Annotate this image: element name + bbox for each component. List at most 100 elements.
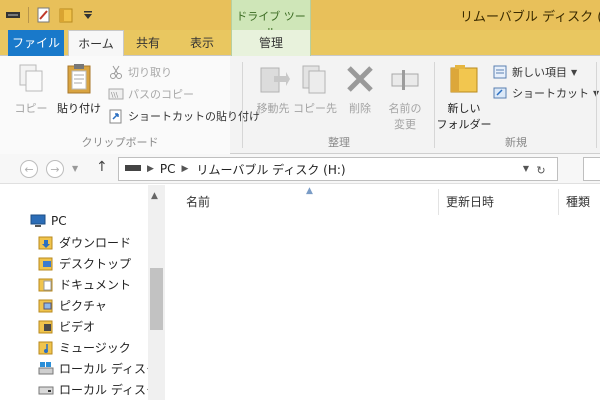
nav-item-label: デスクトップ bbox=[59, 256, 132, 271]
nav-item-local-disk-e[interactable]: ローカル ディスク (E bbox=[38, 379, 156, 399]
copy-to-label: コピー先 bbox=[293, 102, 337, 115]
navigation-pane: PC ダウンロード デスクトップ ドキュメント ピクチャ ビデオ ミュージック … bbox=[0, 185, 165, 400]
nav-item-label: ミュージック bbox=[59, 340, 131, 355]
videos-folder-icon bbox=[38, 318, 54, 334]
ribbon-divider bbox=[596, 62, 597, 148]
breadcrumb-separator-icon[interactable]: ▶ bbox=[147, 164, 154, 174]
ribbon-divider bbox=[242, 62, 243, 148]
copy-label: コピー bbox=[14, 102, 48, 115]
recent-locations-icon[interactable]: ▼ bbox=[72, 164, 78, 173]
ribbon: コピー 貼り付け 切り取り \\\ パスのコピー ショートカットの貼り付け クリ… bbox=[0, 56, 600, 154]
copy-button[interactable]: コピー bbox=[4, 62, 58, 116]
breadcrumb-removable-disk[interactable]: リムーバブル ディスク (H:) bbox=[196, 161, 345, 178]
forward-button[interactable]: → bbox=[46, 160, 64, 178]
new-folder-button[interactable]: 新しい フォルダー bbox=[436, 62, 492, 132]
properties-icon[interactable] bbox=[35, 6, 53, 24]
nav-item-label: ローカル ディスク (C bbox=[59, 361, 156, 376]
delete-label: 削除 bbox=[349, 102, 371, 115]
tab-manage[interactable]: 管理 bbox=[231, 30, 311, 56]
breadcrumb-pc[interactable]: PC ▶ bbox=[160, 162, 189, 176]
forward-arrow-icon: → bbox=[50, 162, 60, 176]
dropdown-arrow-icon: ▼ bbox=[571, 67, 578, 77]
tab-home[interactable]: ホーム bbox=[68, 30, 124, 57]
nav-item-documents[interactable]: ドキュメント bbox=[38, 274, 156, 294]
search-input[interactable] bbox=[583, 157, 600, 181]
scroll-up-arrow-icon[interactable]: ▲ bbox=[151, 191, 158, 201]
paste-button[interactable]: 貼り付け bbox=[52, 62, 106, 116]
copy-icon bbox=[14, 62, 48, 96]
column-divider[interactable] bbox=[558, 189, 559, 215]
paste-icon bbox=[62, 62, 96, 96]
new-group-label: 新規 bbox=[505, 136, 527, 149]
new-folder-icon bbox=[447, 62, 481, 96]
rename-label-2: 変更 bbox=[394, 118, 416, 131]
rename-label-1: 名前の bbox=[388, 102, 422, 115]
refresh-icon[interactable]: ↻ bbox=[533, 162, 549, 178]
nav-item-label: ドキュメント bbox=[59, 277, 132, 292]
ribbon-tabs: ファイル ホーム 共有 表示 管理 bbox=[0, 30, 600, 57]
new-item-label: 新しい項目 bbox=[512, 66, 567, 79]
window-menu-icon[interactable] bbox=[4, 6, 22, 24]
tab-share[interactable]: 共有 bbox=[128, 30, 168, 56]
drive-icon bbox=[125, 163, 141, 176]
copy-path-button[interactable]: \\\ パスのコピー bbox=[108, 85, 194, 103]
address-dropdown-icon[interactable]: ▼ bbox=[523, 164, 529, 173]
nav-item-local-disk-c[interactable]: ローカル ディスク (C bbox=[38, 358, 156, 378]
breadcrumb-separator-icon[interactable]: ▶ bbox=[182, 164, 189, 174]
new-folder-label-1: 新しい bbox=[447, 102, 481, 115]
window-title: リムーバブル ディスク (H: bbox=[460, 10, 600, 25]
nav-item-videos[interactable]: ビデオ bbox=[38, 316, 156, 336]
copy-path-label: パスのコピー bbox=[128, 88, 194, 101]
copy-to-icon bbox=[298, 62, 332, 96]
clipboard-group: コピー 貼り付け 切り取り \\\ パスのコピー ショートカットの貼り付け クリ… bbox=[0, 56, 260, 154]
shortcut-label: ショートカット bbox=[512, 87, 589, 100]
music-folder-icon bbox=[38, 339, 54, 355]
column-header-type[interactable]: 種類 bbox=[566, 193, 590, 210]
scissors-icon bbox=[108, 64, 124, 80]
svg-text:\\\: \\\ bbox=[111, 91, 119, 99]
title-bar: ドライブ ツール リムーバブル ディスク (H: bbox=[0, 0, 600, 39]
tab-view[interactable]: 表示 bbox=[178, 30, 226, 56]
rename-icon bbox=[388, 62, 422, 96]
copy-path-icon: \\\ bbox=[108, 86, 124, 102]
delete-button[interactable]: 削除 bbox=[338, 62, 382, 116]
clipboard-group-label: クリップボード bbox=[81, 136, 159, 149]
nav-item-label: ダウンロード bbox=[59, 235, 132, 250]
file-list-pane[interactable]: ▲ 名前 更新日時 種類 bbox=[166, 185, 600, 400]
rename-button[interactable]: 名前の 変更 bbox=[380, 62, 430, 132]
nav-item-pictures[interactable]: ピクチャ bbox=[38, 295, 156, 315]
delete-x-icon bbox=[343, 62, 377, 96]
back-button[interactable]: ← bbox=[20, 160, 38, 178]
customize-qat-icon[interactable] bbox=[79, 6, 97, 24]
paste-shortcut-button[interactable]: ショートカットの貼り付け bbox=[108, 107, 260, 125]
paste-label: 貼り付け bbox=[57, 102, 101, 115]
scrollbar-thumb[interactable] bbox=[150, 268, 163, 330]
easy-access-button[interactable]: ショートカット ▼ bbox=[492, 84, 599, 102]
navigation-bar: ← → ▼ ↑ ▶ PC ▶ リムーバブル ディスク (H:) ▼ ↻ bbox=[0, 154, 600, 184]
organize-group: 移動先 コピー先 削除 名前の 変更 整理 bbox=[244, 56, 434, 154]
new-item-icon bbox=[492, 64, 508, 80]
navigation-scrollbar[interactable]: ▲ bbox=[148, 185, 165, 400]
cut-button[interactable]: 切り取り bbox=[108, 63, 172, 81]
column-header-date-modified[interactable]: 更新日時 bbox=[446, 193, 494, 210]
column-header-name[interactable]: 名前 bbox=[186, 193, 210, 210]
documents-folder-icon bbox=[38, 276, 54, 292]
nav-item-label: ピクチャ bbox=[59, 298, 107, 313]
nav-item-downloads[interactable]: ダウンロード bbox=[38, 232, 156, 252]
nav-item-pc[interactable]: PC bbox=[30, 211, 148, 231]
nav-item-music[interactable]: ミュージック bbox=[38, 337, 156, 357]
organize-group-label: 整理 bbox=[328, 136, 350, 149]
copy-to-button[interactable]: コピー先 bbox=[288, 62, 342, 116]
new-group: 新しい フォルダー 新しい項目 ▼ ショートカット ▼ 新規 bbox=[436, 56, 599, 154]
tab-file[interactable]: ファイル bbox=[8, 30, 64, 56]
shortcut-icon bbox=[492, 85, 508, 101]
breadcrumb-drive-label: リムーバブル ディスク (H:) bbox=[196, 162, 346, 177]
column-divider[interactable] bbox=[438, 189, 439, 215]
up-arrow-icon[interactable]: ↑ bbox=[96, 159, 108, 175]
new-item-button[interactable]: 新しい項目 ▼ bbox=[492, 63, 577, 81]
pc-icon bbox=[30, 213, 46, 229]
breadcrumb-pc-label: PC bbox=[159, 162, 176, 176]
nav-item-desktop[interactable]: デスクトップ bbox=[38, 253, 156, 273]
address-bar[interactable]: ▶ PC ▶ リムーバブル ディスク (H:) ▼ ↻ bbox=[118, 157, 558, 181]
new-folder-qat-icon[interactable] bbox=[57, 6, 75, 24]
